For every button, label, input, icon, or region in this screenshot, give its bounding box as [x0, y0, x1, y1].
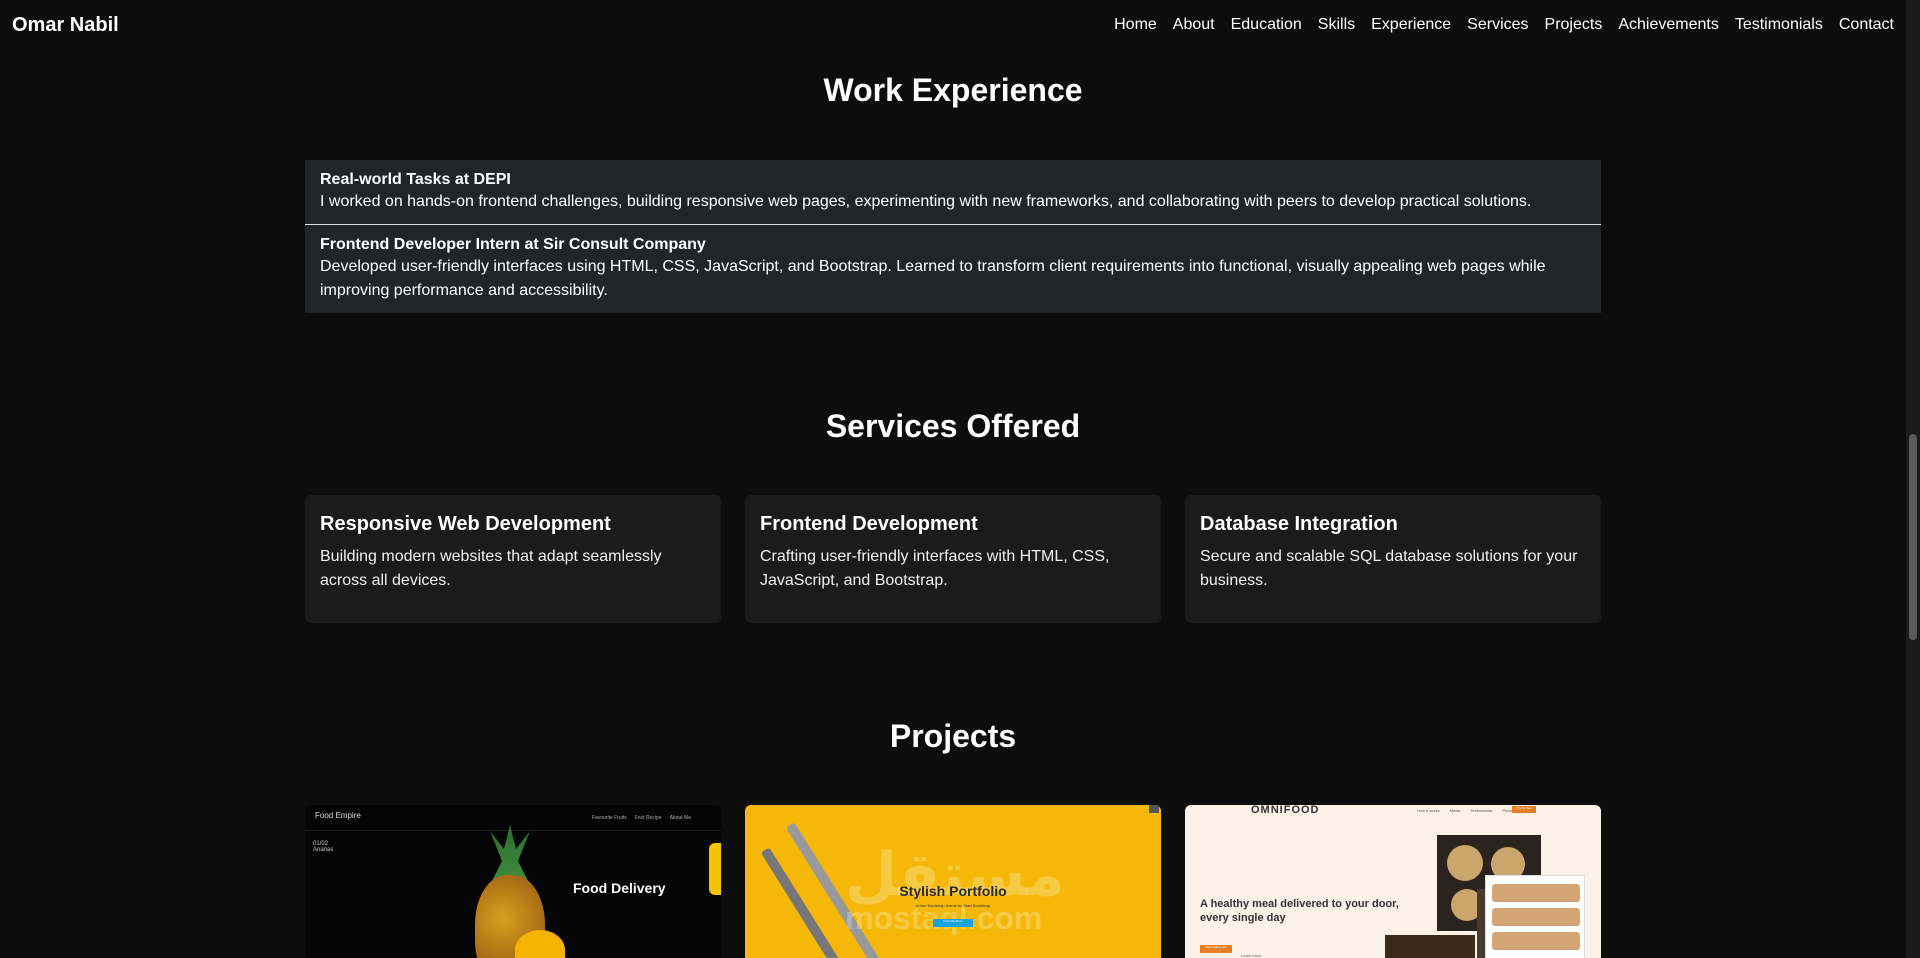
nav-link-projects[interactable]: Projects: [1545, 16, 1603, 34]
project-thumb-nav-link: Testimonials: [1470, 808, 1493, 813]
project-thumb-link: Learn more: [1241, 953, 1262, 958]
nav-link-testimonials[interactable]: Testimonials: [1735, 16, 1823, 34]
service-card-title: Responsive Web Development: [320, 513, 611, 535]
experience-section-title: Work Experience: [823, 72, 1083, 108]
project-thumb-heading: Stylish Portfolio: [899, 883, 1007, 899]
service-card-description: Building modern websites that adapt seam…: [320, 548, 662, 589]
meal-box-image: [1485, 875, 1585, 958]
services-grid: Responsive Web Development Building mode…: [305, 495, 1601, 623]
project-card-stylish-portfolio[interactable]: مستقل mostaql.com Stylish Portfolio A fr…: [745, 805, 1161, 958]
close-icon: [1149, 805, 1159, 813]
service-card-title: Database Integration: [1200, 513, 1398, 535]
services-section-title: Services Offered: [825, 408, 1081, 444]
experience-item-title: Real-world Tasks at DEPI: [320, 171, 511, 188]
project-thumb-nav-link: How it works: [1417, 808, 1440, 813]
project-thumb-button-label: Start eating well: [1205, 945, 1227, 949]
experience-item: Frontend Developer Intern at Sir Consult…: [305, 224, 1601, 313]
experience-item-description: Developed user-friendly interfaces using…: [320, 258, 1546, 299]
project-card-omnifood[interactable]: OMNIFOOD How it works Meals Testimonials…: [1185, 805, 1601, 958]
project-thumb-divider: [305, 830, 721, 831]
experience-item: Real-world Tasks at DEPI I worked on han…: [305, 160, 1601, 224]
project-thumb-subheading: A free Bootstrap theme by Start Bootstra…: [915, 903, 991, 908]
project-thumb-button: Start eating well: [1200, 945, 1232, 953]
project-thumb-heading: A healthy meal delivered to your door, e…: [1200, 898, 1399, 924]
experience-item-description: I worked on hands-on frontend challenges…: [320, 193, 1532, 210]
project-thumb-page-number: 01/02 Ananas: [313, 841, 333, 853]
project-thumb-cta: Try for free: [1512, 806, 1536, 813]
project-thumb-side-menu: [709, 843, 721, 895]
nav-link-education[interactable]: Education: [1231, 16, 1302, 34]
product-name: Ananas: [313, 847, 334, 853]
service-card-description: Secure and scalable SQL database solutio…: [1200, 548, 1578, 589]
nav-link-services[interactable]: Services: [1467, 16, 1528, 34]
scrollbar[interactable]: [1906, 0, 1920, 958]
nav-link-contact[interactable]: Contact: [1839, 16, 1894, 34]
project-thumb-cta-label: Try for free: [1516, 806, 1532, 810]
project-thumb-nav-link: About Me: [669, 815, 691, 821]
project-card-food-delivery[interactable]: Food Empire Favourite Fruits Fruit Recip…: [305, 805, 721, 958]
project-thumb-heading: Food Delivery: [573, 880, 666, 896]
project-thumb-brand: Food Empire: [315, 811, 361, 820]
service-card-description: Crafting user-friendly interfaces with H…: [760, 548, 1110, 589]
project-thumb-button-label: Find Out More: [943, 919, 963, 923]
nav-link-skills[interactable]: Skills: [1318, 16, 1355, 34]
projects-section-title: Projects: [889, 718, 1017, 754]
project-thumb-button: Find Out More: [933, 919, 973, 927]
project-thumb-logo: OMNIFOOD: [1251, 805, 1320, 816]
navbar: Omar Nabil Home About Education Skills E…: [0, 0, 1906, 50]
service-card: Frontend Development Crafting user-frien…: [745, 495, 1161, 623]
experience-item-title: Frontend Developer Intern at Sir Consult…: [320, 236, 706, 253]
service-card: Responsive Web Development Building mode…: [305, 495, 721, 623]
nav-link-home[interactable]: Home: [1114, 16, 1157, 34]
project-thumb-nav-link: Meals: [1449, 808, 1461, 813]
nav-link-achievements[interactable]: Achievements: [1618, 16, 1719, 34]
experience-list: Real-world Tasks at DEPI I worked on han…: [305, 160, 1601, 313]
nav-link-experience[interactable]: Experience: [1371, 16, 1451, 34]
project-thumb-nav-link: Fruit Recipe: [634, 815, 662, 821]
service-card: Database Integration Secure and scalable…: [1185, 495, 1601, 623]
project-thumb-nav: How it works Meals Testimonials Pricing: [1417, 808, 1515, 813]
nav-link-about[interactable]: About: [1173, 16, 1215, 34]
orange-slice-image: [515, 930, 565, 958]
project-thumb-nav-link: Favourite Fruits: [591, 815, 627, 821]
projects-grid: Food Empire Favourite Fruits Fruit Recip…: [305, 805, 1601, 958]
scrollbar-thumb[interactable]: [1909, 434, 1917, 640]
nav-links: Home About Education Skills Experience S…: [1098, 16, 1894, 34]
service-card-title: Frontend Development: [760, 513, 978, 535]
brand-logo[interactable]: Omar Nabil: [12, 14, 119, 37]
project-thumb-nav: Favourite Fruits Fruit Recipe About Me: [592, 815, 691, 821]
